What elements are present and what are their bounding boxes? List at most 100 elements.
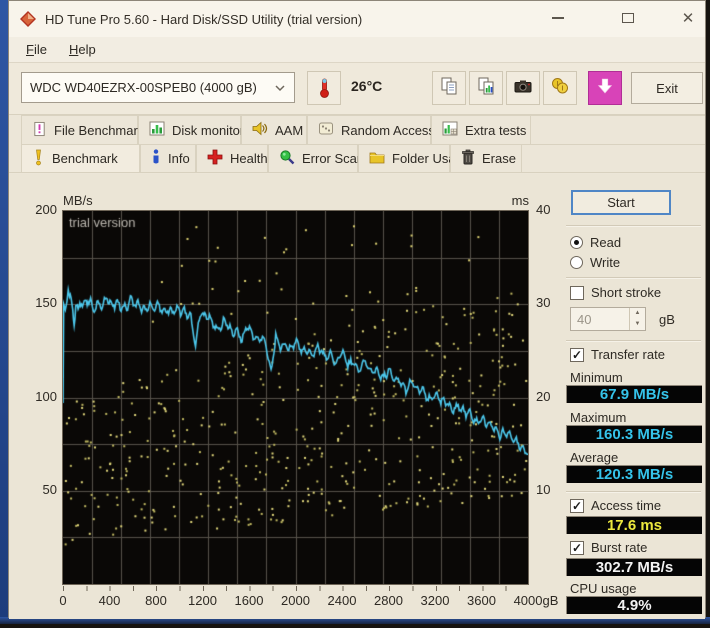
access-time-checkbox[interactable]: ✓ <box>570 498 584 513</box>
tab-info[interactable]: Info <box>140 144 196 172</box>
minimum-label: Minimum <box>570 370 623 385</box>
transfer-rate-checkbox[interactable]: ✓ <box>570 347 584 362</box>
drive-select-dropdown[interactable]: WDC WD40EZRX-00SPEB0 (4000 gB) <box>21 72 295 103</box>
benchmark-content: MB/s ms 200 150 100 50 40 30 20 10 0 400 800 1200… <box>9 174 705 619</box>
tab-label: Disk monitor <box>172 122 245 138</box>
health-icon <box>207 149 223 168</box>
tab-extra-tests[interactable]: Extra tests <box>431 115 531 144</box>
tab-folder-usage[interactable]: Folder Usage <box>358 144 470 172</box>
minimize-button[interactable] <box>541 1 575 35</box>
burst-rate-label: Burst rate <box>591 540 648 555</box>
short-stroke-unit: gB <box>659 312 675 327</box>
menu-item-help[interactable]: Help <box>58 39 107 60</box>
tab-strip-filler <box>522 144 705 172</box>
tab-label: Erase <box>482 151 516 166</box>
tab-label: Extra tests <box>465 122 527 138</box>
access-time-value: 17.6 ms <box>566 516 702 534</box>
access-time-row[interactable]: ✓ Access time <box>570 498 661 513</box>
access-time-label: Access time <box>591 498 662 513</box>
read-radio-label: Read <box>590 235 622 250</box>
benchmark-chart <box>62 210 529 585</box>
donate-coins-icon <box>550 76 570 101</box>
y-left-tick-label: 150 <box>35 295 57 311</box>
cpu-usage-value: 4.9% <box>566 596 702 614</box>
maximum-label: Maximum <box>570 410 627 425</box>
minimize-icon <box>552 17 564 19</box>
desktop-edge-left <box>0 0 8 622</box>
short-stroke-row[interactable]: Short stroke <box>570 285 661 300</box>
copy-text-icon <box>439 76 459 101</box>
info-icon <box>151 149 161 168</box>
tab-file-benchmark[interactable]: File Benchmark <box>21 115 144 144</box>
burst-rate-value: 302.7 MB/s <box>566 558 702 576</box>
tab-label: Info <box>168 151 190 166</box>
read-radio-row[interactable]: Read <box>570 235 621 250</box>
tab-disk-monitor[interactable]: Disk monitor <box>138 115 245 144</box>
random-access-icon <box>318 121 334 139</box>
tab-random-access[interactable]: Random Access <box>307 115 435 144</box>
y-right-axis-unit: ms <box>511 193 529 208</box>
stepper-down-icon[interactable]: ▼ <box>630 319 645 330</box>
read-radio[interactable] <box>570 236 583 249</box>
y-left-axis-unit: MB/s <box>63 193 93 208</box>
short-stroke-checkbox[interactable] <box>570 285 584 300</box>
title-bar: HD Tune Pro 5.60 - Hard Disk/SSD Utility… <box>9 1 705 37</box>
window-title: HD Tune Pro 5.60 - Hard Disk/SSD Utility… <box>45 11 363 27</box>
temperature-button[interactable] <box>307 71 341 105</box>
write-radio[interactable] <box>570 256 583 269</box>
tab-aam[interactable]: AAM <box>241 115 307 144</box>
stepper-arrows[interactable]: ▲ ▼ <box>629 308 645 330</box>
tab-benchmark[interactable]: Benchmark <box>21 144 140 172</box>
download-arrow-button[interactable] <box>588 71 622 105</box>
tab-label: Random Access <box>341 122 435 138</box>
short-stroke-size-stepper[interactable]: 40 ▲ ▼ <box>570 307 646 331</box>
benchmark-icon <box>32 149 45 169</box>
tab-error-scan[interactable]: Error Scan <box>268 144 364 172</box>
transfer-rate-label: Transfer rate <box>591 347 665 362</box>
copy-image-button[interactable] <box>469 71 503 105</box>
minimum-value: 67.9 MB/s <box>566 385 702 403</box>
tab-label: Health <box>230 151 268 166</box>
donate-coins-button[interactable] <box>543 71 577 105</box>
thermometer-icon <box>320 78 329 98</box>
start-button[interactable]: Start <box>571 190 671 215</box>
screenshot-camera-icon <box>513 76 533 101</box>
tab-health[interactable]: Health <box>196 144 268 172</box>
maximum-value: 160.3 MB/s <box>566 425 702 443</box>
burst-rate-checkbox[interactable]: ✓ <box>570 540 584 555</box>
y-left-tick-label: 50 <box>42 481 57 497</box>
short-stroke-label: Short stroke <box>591 285 662 300</box>
separator <box>566 491 701 492</box>
extra-tests-icon <box>442 121 458 139</box>
average-value: 120.3 MB/s <box>566 465 702 483</box>
stepper-up-icon[interactable]: ▲ <box>630 308 645 319</box>
close-button[interactable]: ✕ <box>671 1 705 35</box>
copy-text-button[interactable] <box>432 71 466 105</box>
y-left-tick-label: 200 <box>35 202 57 217</box>
tab-row-2: Benchmark Info Health Error Scan Folder Usag… <box>9 144 705 173</box>
tab-strip-filler <box>531 115 705 144</box>
file-benchmark-icon <box>32 121 47 140</box>
exit-button[interactable]: Exit <box>631 72 703 104</box>
separator <box>566 277 701 278</box>
control-panel: Start Read Write Short stroke 40 ▲▼ gB <box>558 174 707 619</box>
x-axis-ticks <box>63 586 529 591</box>
write-radio-row[interactable]: Write <box>570 255 620 270</box>
close-icon: ✕ <box>681 9 695 27</box>
short-stroke-size-value: 40 <box>577 311 592 327</box>
tab-label: Benchmark <box>52 151 118 166</box>
menu-bar: File Help <box>9 37 705 63</box>
erase-icon <box>461 149 475 168</box>
tab-label: Error Scan <box>302 151 365 166</box>
folder-usage-icon <box>369 150 385 167</box>
app-window: HD Tune Pro 5.60 - Hard Disk/SSD Utility… <box>8 0 706 619</box>
maximize-button[interactable] <box>611 1 645 35</box>
tab-row-1: File Benchmark Disk monitor AAM Random Acce… <box>9 115 705 144</box>
menu-item-file[interactable]: File <box>15 39 58 60</box>
transfer-rate-row[interactable]: ✓ Transfer rate <box>570 347 665 362</box>
average-label: Average <box>570 450 619 465</box>
maximize-icon <box>622 13 634 23</box>
screenshot-camera-button[interactable] <box>506 71 540 105</box>
burst-rate-row[interactable]: ✓ Burst rate <box>570 540 647 555</box>
tab-erase[interactable]: Erase <box>450 144 522 172</box>
